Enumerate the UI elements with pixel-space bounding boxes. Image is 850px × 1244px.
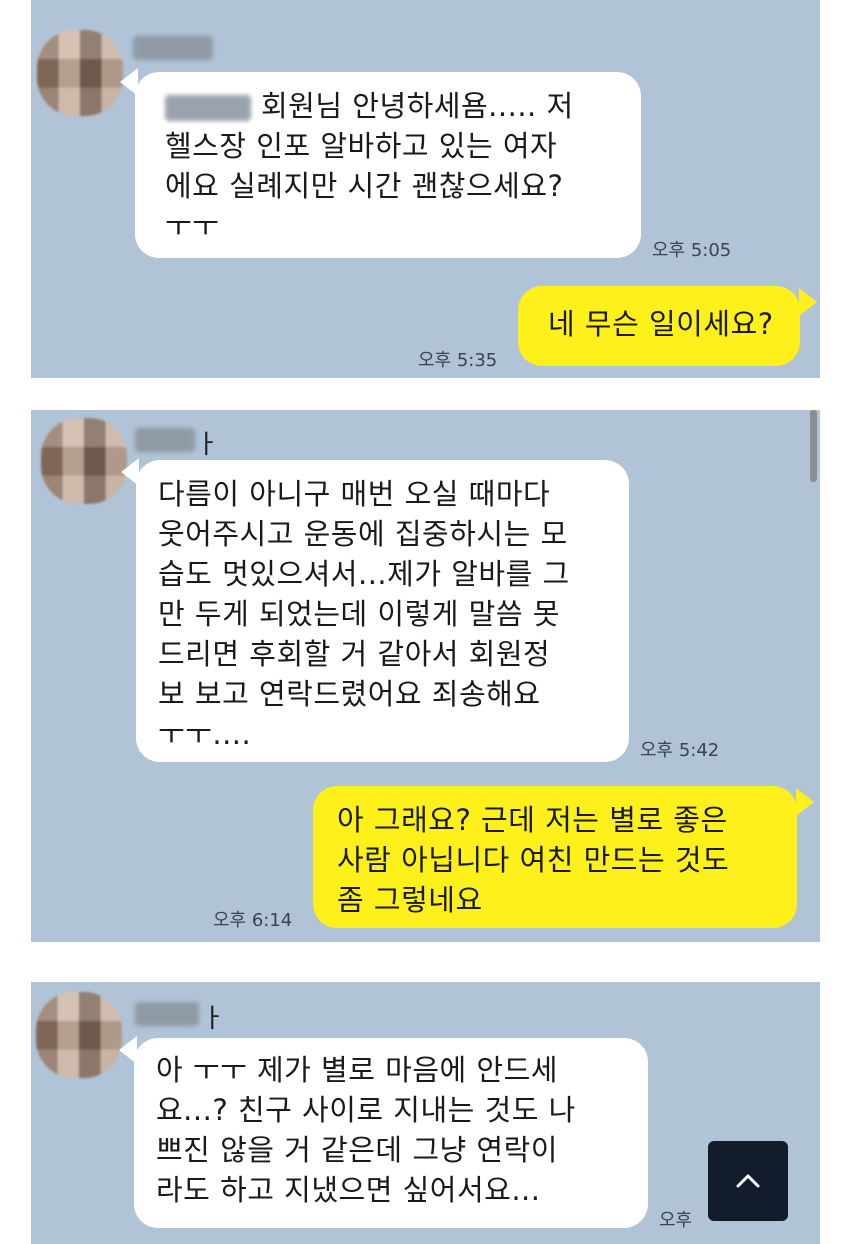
message-line: 보 보고 연락드렸어요 죄송해요 bbox=[158, 677, 541, 711]
redacted-name-blur bbox=[165, 95, 251, 121]
sender-avatar bbox=[36, 992, 122, 1078]
message-time: 오후 5:35 bbox=[418, 350, 498, 371]
bubble-tail bbox=[796, 788, 814, 816]
chevron-up-icon bbox=[736, 1174, 760, 1188]
message-bubble-received: 회원님 안녕하세욤..... 저 헬스장 인포 알바하고 있는 여자 에요 실례… bbox=[135, 72, 641, 258]
message-bubble-received: 다름이 아니구 매번 오실 때마다 웃어주시고 운동에 집중하시는 모 습도 멋… bbox=[136, 460, 629, 762]
message-line: 만 두게 되었는데 이렇게 말씀 못 bbox=[158, 597, 560, 631]
message-bubble-received: 아 ㅜㅜ 제가 별로 마음에 안드세 요...? 친구 사이로 지내는 것도 나… bbox=[134, 1038, 648, 1228]
message-line: 헬스장 인포 알바하고 있는 여자 bbox=[165, 129, 558, 163]
chat-screenshot-1: 회원님 안녕하세욤..... 저 헬스장 인포 알바하고 있는 여자 에요 실례… bbox=[31, 0, 820, 378]
message-line: 사람 아닙니다 여친 만드는 것도 bbox=[337, 843, 730, 877]
message-bubble-sent: 아 그래요? 근데 저는 별로 좋은 사람 아닙니다 여친 만드는 것도 좀 그… bbox=[313, 786, 797, 928]
message-line: 라도 하고 지냈으면 싶어서요... bbox=[156, 1173, 541, 1207]
message-line: ㅜㅜ bbox=[165, 209, 220, 243]
chat-screenshot-2: ㅏ 다름이 아니구 매번 오실 때마다 웃어주시고 운동에 집중하시는 모 습도… bbox=[31, 410, 820, 942]
sender-name-blurred bbox=[133, 36, 213, 60]
message-line: 좀 그렇네요 bbox=[337, 883, 483, 917]
sender-name-suffix: ㅏ bbox=[195, 430, 219, 460]
sender-avatar bbox=[41, 418, 127, 504]
sender-name-blurred bbox=[135, 428, 195, 452]
scroll-to-top-button[interactable] bbox=[708, 1141, 788, 1221]
message-line: 요...? 친구 사이로 지내는 것도 나 bbox=[156, 1093, 576, 1127]
message-bubble-sent: 네 무슨 일이세요? bbox=[518, 286, 800, 366]
message-line: 웃어주시고 운동에 집중하시는 모 bbox=[158, 517, 568, 551]
message-time: 오후 bbox=[659, 1210, 693, 1231]
message-time: 오후 6:14 bbox=[213, 910, 293, 931]
message-line: 드리면 후회할 거 같아서 회원정 bbox=[158, 637, 551, 671]
message-line: 습도 멋있으셔서...제가 알바를 그 bbox=[158, 557, 570, 591]
message-line: 네 무슨 일이세요? bbox=[548, 307, 774, 341]
sender-name-suffix: ㅏ bbox=[201, 1004, 225, 1034]
message-line: 아 그래요? 근데 저는 별로 좋은 bbox=[337, 803, 728, 837]
bubble-tail bbox=[799, 288, 817, 316]
chat-screenshot-3: ㅏ 아 ㅜㅜ 제가 별로 마음에 안드세 요...? 친구 사이로 지내는 것도… bbox=[31, 982, 820, 1244]
message-time: 오후 5:42 bbox=[640, 740, 720, 761]
message-line: 회원님 안녕하세욤..... 저 bbox=[261, 89, 574, 123]
message-time: 오후 5:05 bbox=[652, 240, 732, 261]
message-line: ㅜㅜ.... bbox=[158, 717, 252, 751]
message-line: 다름이 아니구 매번 오실 때마다 bbox=[158, 477, 551, 511]
scrollbar-thumb[interactable] bbox=[810, 410, 817, 482]
message-line: 쁘진 않을 거 같은데 그냥 연락이 bbox=[156, 1133, 558, 1167]
sender-avatar bbox=[37, 30, 123, 116]
sender-name-blurred bbox=[135, 1002, 199, 1026]
message-line: 아 ㅜㅜ 제가 별로 마음에 안드세 bbox=[156, 1053, 558, 1087]
message-line: 에요 실례지만 시간 괜찮으세요? bbox=[165, 169, 564, 203]
